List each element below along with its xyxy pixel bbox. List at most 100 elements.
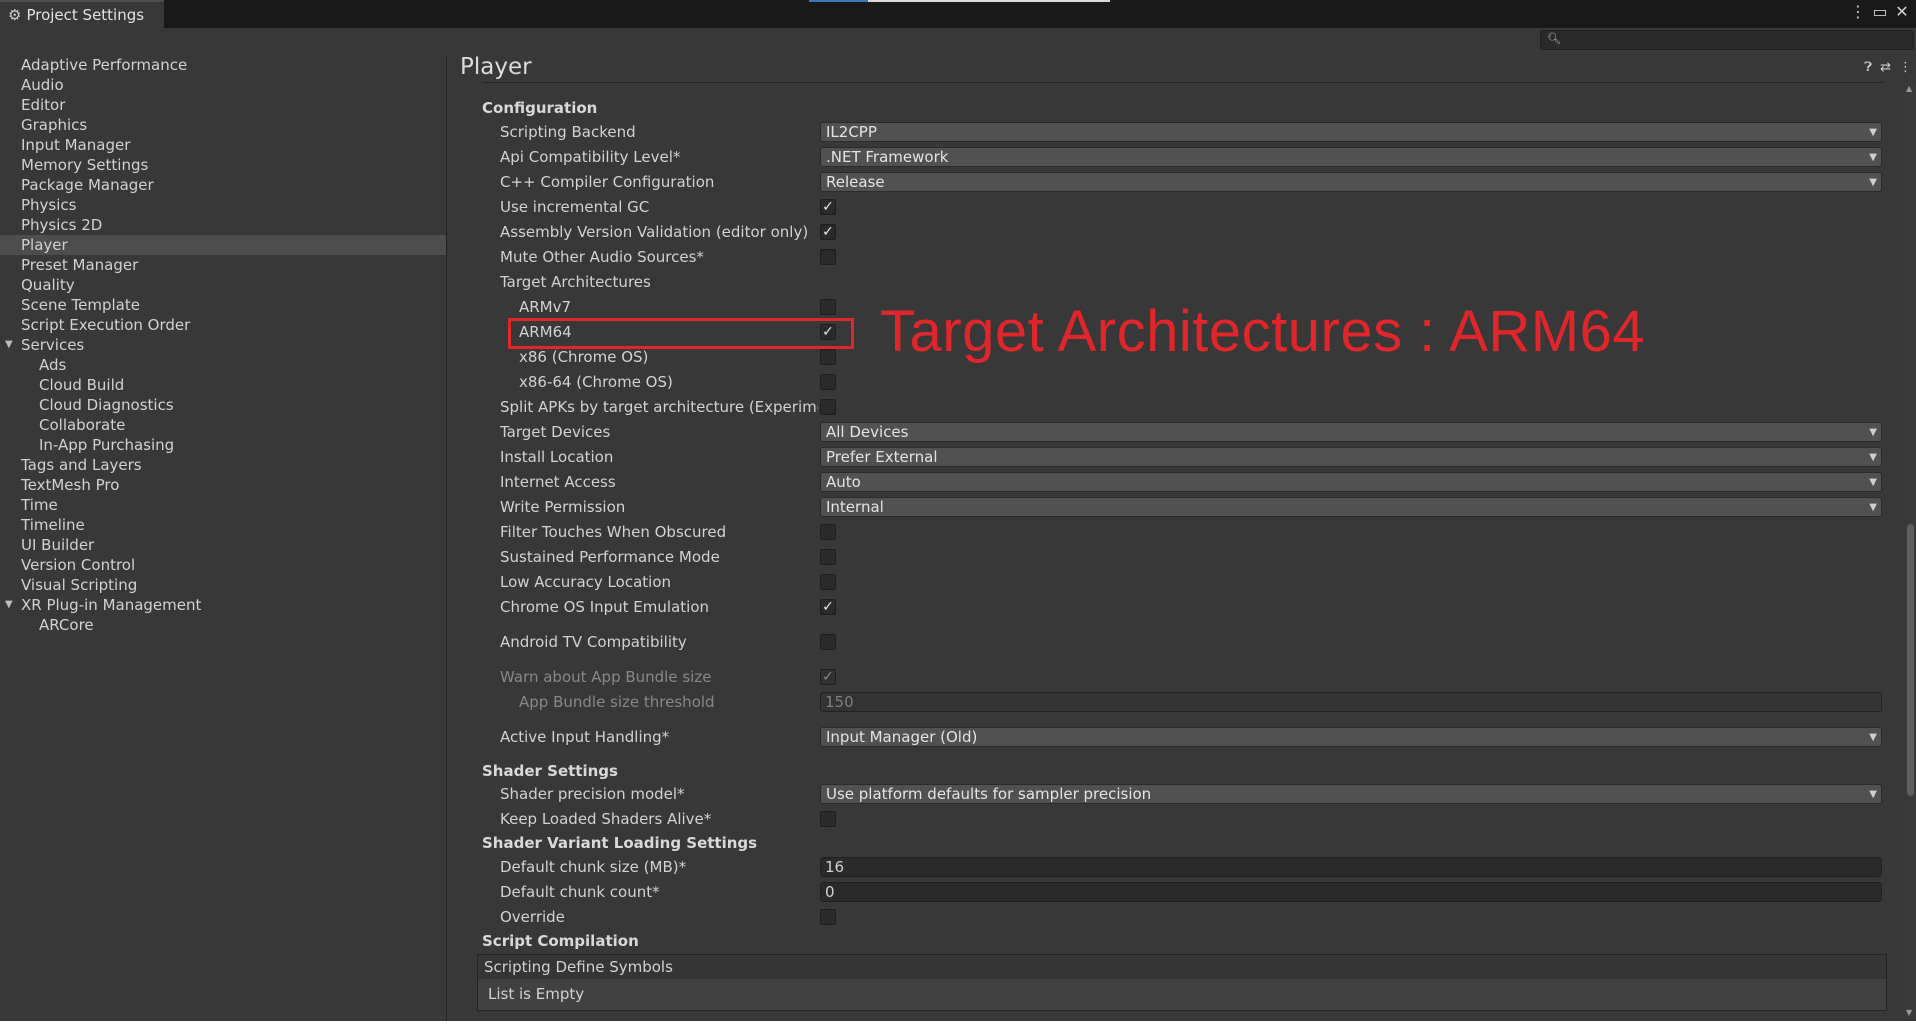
armv7-checkbox[interactable]: [820, 299, 836, 315]
sustained-performance-checkbox[interactable]: [820, 549, 836, 565]
mute-audio-checkbox[interactable]: [820, 249, 836, 265]
arm64-highlight-box: [508, 318, 854, 349]
x86-checkbox[interactable]: [820, 349, 836, 365]
incremental-gc-checkbox[interactable]: ✓: [820, 199, 836, 215]
expand-arrow-icon[interactable]: ▼: [5, 595, 13, 615]
bundle-threshold-field: 150: [820, 692, 1882, 712]
sidebar-item-in-app-purchasing[interactable]: In-App Purchasing: [0, 435, 446, 455]
sidebar-item-label: Script Execution Order: [21, 316, 191, 334]
sidebar-item-package-manager[interactable]: Package Manager: [0, 175, 446, 195]
internet-access-dropdown[interactable]: Auto ▼: [820, 472, 1882, 492]
keep-shaders-checkbox[interactable]: [820, 811, 836, 827]
settings-scroll-area: Configuration Scripting Backend IL2CPP ▼ …: [448, 84, 1916, 1021]
chevron-down-icon: ▼: [1869, 427, 1877, 438]
target-architecture-annotation: Target Architectures : ARM64: [880, 299, 1646, 364]
dropdown-value: All Devices: [826, 423, 909, 441]
sidebar-item-xr-plugin-management[interactable]: ▼ XR Plug-in Management: [0, 595, 446, 615]
write-permission-dropdown[interactable]: Internal ▼: [820, 497, 1882, 517]
sidebar-item-label: Adaptive Performance: [21, 56, 188, 74]
search-row: 🔍︎: [0, 28, 1916, 52]
title-bar: ⚙ Project Settings ⋮ ▭ ✕: [0, 0, 1916, 28]
cpp-compiler-dropdown[interactable]: Release ▼: [820, 172, 1882, 192]
sidebar-item-label: Physics 2D: [21, 216, 103, 234]
target-architectures-label: Target Architectures: [500, 273, 651, 291]
scroll-up-icon[interactable]: ▲: [1906, 84, 1912, 93]
scripting-backend-dropdown[interactable]: IL2CPP ▼: [820, 122, 1882, 142]
api-compat-dropdown[interactable]: .NET Framework ▼: [820, 147, 1882, 167]
sidebar-item-label: Preset Manager: [21, 256, 139, 274]
checkmark-icon: ✓: [822, 199, 834, 215]
sidebar-item-scene-template[interactable]: Scene Template: [0, 295, 446, 315]
sidebar-item-physics-2d[interactable]: Physics 2D: [0, 215, 446, 235]
project-settings-window: ⚙ Project Settings ⋮ ▭ ✕ 🔍︎ Adaptive Per…: [0, 0, 1916, 1021]
chunk-count-field[interactable]: 0: [820, 882, 1882, 902]
scripting-define-symbols-header[interactable]: Scripting Define Symbols: [477, 954, 1887, 980]
sidebar-item-textmesh-pro[interactable]: TextMesh Pro: [0, 475, 446, 495]
override-checkbox[interactable]: [820, 909, 836, 925]
sidebar-item-tags-and-layers[interactable]: Tags and Layers: [0, 455, 446, 475]
vertical-scrollbar[interactable]: ▲ ▼: [1905, 84, 1916, 1019]
chrome-input-checkbox[interactable]: ✓: [820, 599, 836, 615]
sidebar-item-input-manager[interactable]: Input Manager: [0, 135, 446, 155]
sidebar-item-memory-settings[interactable]: Memory Settings: [0, 155, 446, 175]
player-settings-panel: Player ❓︎ ⇄ ⋮ Configuration Scripting Ba…: [448, 52, 1916, 1021]
sidebar-item-collaborate[interactable]: Collaborate: [0, 415, 446, 435]
sidebar-item-ui-builder[interactable]: UI Builder: [0, 535, 446, 555]
sidebar-item-script-execution-order[interactable]: Script Execution Order: [0, 315, 446, 335]
header-icons: ❓︎ ⇄ ⋮: [1864, 60, 1912, 75]
low-accuracy-checkbox[interactable]: [820, 574, 836, 590]
bundle-threshold-label: App Bundle size threshold: [519, 693, 715, 711]
sidebar-item-player[interactable]: Player: [0, 235, 446, 255]
sidebar-item-ads[interactable]: Ads: [0, 355, 446, 375]
android-tv-checkbox[interactable]: [820, 634, 836, 650]
sidebar-item-label: In-App Purchasing: [39, 436, 175, 454]
sidebar-item-physics[interactable]: Physics: [0, 195, 446, 215]
sliders-icon[interactable]: ⇄: [1880, 60, 1891, 75]
install-location-label: Install Location: [500, 448, 614, 466]
dropdown-value: Auto: [826, 473, 861, 491]
internet-access-label: Internet Access: [500, 473, 616, 491]
settings-sidebar: Adaptive Performance Audio Editor Graphi…: [0, 55, 447, 1021]
search-input[interactable]: 🔍︎: [1540, 30, 1914, 50]
split-apks-checkbox[interactable]: [820, 399, 836, 415]
active-input-dropdown[interactable]: Input Manager (Old) ▼: [820, 727, 1882, 747]
chunk-size-field[interactable]: 16: [820, 857, 1882, 877]
dropdown-value: Release: [826, 173, 885, 191]
sidebar-item-graphics[interactable]: Graphics: [0, 115, 446, 135]
scrollbar-thumb[interactable]: [1907, 524, 1914, 796]
chevron-down-icon: ▼: [1869, 152, 1877, 163]
chevron-down-icon: ▼: [1869, 789, 1877, 800]
filter-touches-checkbox[interactable]: [820, 524, 836, 540]
close-icon[interactable]: ✕: [1894, 2, 1910, 21]
sidebar-item-arcore[interactable]: ARCore: [0, 615, 446, 635]
scroll-down-icon[interactable]: ▼: [1906, 1008, 1912, 1017]
sidebar-item-timeline[interactable]: Timeline: [0, 515, 446, 535]
sidebar-item-cloud-diagnostics[interactable]: Cloud Diagnostics: [0, 395, 446, 415]
sidebar-item-visual-scripting[interactable]: Visual Scripting: [0, 575, 446, 595]
x86-64-checkbox[interactable]: [820, 374, 836, 390]
sidebar-item-cloud-build[interactable]: Cloud Build: [0, 375, 446, 395]
install-location-dropdown[interactable]: Prefer External ▼: [820, 447, 1882, 467]
help-icon[interactable]: ❓︎: [1864, 60, 1872, 75]
sidebar-item-label: Timeline: [21, 516, 85, 534]
sidebar-item-time[interactable]: Time: [0, 495, 446, 515]
kebab-menu-icon[interactable]: ⋮: [1850, 2, 1866, 21]
kebab-menu-icon[interactable]: ⋮: [1899, 60, 1912, 75]
sidebar-item-preset-manager[interactable]: Preset Manager: [0, 255, 446, 275]
armv7-label: ARMv7: [519, 298, 572, 316]
target-devices-dropdown[interactable]: All Devices ▼: [820, 422, 1882, 442]
sidebar-item-audio[interactable]: Audio: [0, 75, 446, 95]
sidebar-item-version-control[interactable]: Version Control: [0, 555, 446, 575]
sidebar-item-quality[interactable]: Quality: [0, 275, 446, 295]
section-script-compilation: Script Compilation: [482, 932, 639, 950]
assembly-validation-checkbox[interactable]: ✓: [820, 224, 836, 240]
window-tab[interactable]: ⚙ Project Settings: [0, 0, 164, 28]
sidebar-item-adaptive-performance[interactable]: Adaptive Performance: [0, 55, 446, 75]
sidebar-item-editor[interactable]: Editor: [0, 95, 446, 115]
sidebar-item-label: Memory Settings: [21, 156, 149, 174]
section-shader-settings: Shader Settings: [482, 762, 618, 780]
expand-arrow-icon[interactable]: ▼: [5, 335, 13, 355]
maximize-icon[interactable]: ▭: [1872, 2, 1888, 21]
shader-precision-dropdown[interactable]: Use platform defaults for sampler precis…: [820, 784, 1882, 804]
sidebar-item-services[interactable]: ▼ Services: [0, 335, 446, 355]
